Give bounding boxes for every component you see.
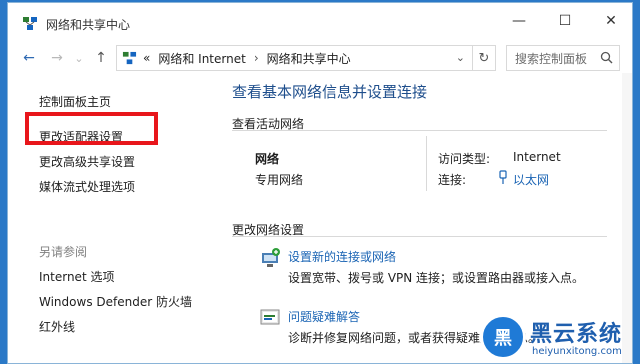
search-input[interactable]: 搜索控制面板 — [506, 45, 620, 71]
window-title: 网络和共享中心 — [46, 18, 131, 32]
ethernet-icon — [499, 170, 507, 184]
access-type-label: 访问类型: — [438, 152, 491, 166]
close-icon: ✕ — [605, 13, 617, 29]
active-networks-divider — [232, 130, 607, 131]
new-connection-icon — [262, 248, 280, 267]
up-arrow-icon: ↑ — [95, 50, 107, 66]
breadcrumb-network-internet[interactable]: 网络和 Internet — [158, 50, 245, 67]
search-placeholder: 搜索控制面板 — [515, 51, 588, 66]
back-arrow-icon: ← — [23, 50, 35, 66]
minimize-button[interactable]: — — [496, 3, 542, 39]
watermark-logo: 黑 黑云系统 heiyunxitong.com — [480, 312, 640, 364]
troubleshoot-icon — [260, 309, 280, 325]
network-sharing-center-window: 网络和共享中心 — ☐ ✕ ← → ⌄ ↑ « 网络和 Internet › 网… — [7, 2, 633, 364]
back-button[interactable]: ← — [20, 49, 38, 67]
forward-arrow-icon: → — [51, 50, 63, 66]
see-also-heading: 另请参阅 — [39, 245, 88, 259]
minimize-icon: — — [512, 13, 526, 29]
up-button[interactable]: ↑ — [92, 49, 110, 67]
chevron-down-icon: ⌄ — [74, 51, 84, 65]
watermark-name: 黑云系统 — [530, 322, 623, 347]
navigation-bar: ← → ⌄ ↑ « 网络和 Internet › 网络和共享中心 ⌄ ↻ 搜索控… — [8, 43, 632, 73]
ethernet-connection-link[interactable]: 以太网 — [513, 171, 549, 188]
watermark-badge: 黑 — [480, 314, 526, 360]
search-icon[interactable] — [600, 51, 613, 64]
setup-new-connection-desc: 设置宽带、拨号或 VPN 连接；或设置路由器或接入点。 — [288, 271, 585, 285]
connections-label: 连接: — [438, 173, 467, 187]
address-dropdown-icon[interactable]: ⌄ — [456, 51, 465, 64]
recent-locations-button[interactable]: ⌄ — [70, 49, 88, 67]
sidebar-link-advanced-sharing-settings[interactable]: 更改高级共享设置 — [39, 153, 135, 170]
troubleshoot-link[interactable]: 问题疑难解答 — [288, 308, 360, 325]
change-settings-divider — [232, 236, 607, 237]
sidebar-link-control-panel-home[interactable]: 控制面板主页 — [39, 93, 111, 110]
close-button[interactable]: ✕ — [588, 3, 632, 39]
network-info-separator — [426, 136, 427, 191]
address-overflow-chevron[interactable]: « — [143, 51, 150, 65]
breadcrumb-separator[interactable]: › — [254, 51, 259, 65]
maximize-icon: ☐ — [558, 13, 572, 29]
setup-new-connection-link[interactable]: 设置新的连接或网络 — [288, 248, 396, 265]
watermark-url: heiyunxitong.com — [532, 346, 622, 357]
sidebar-link-defender-firewall[interactable]: Windows Defender 防火墙 — [39, 293, 192, 310]
network-name: 网络 — [255, 152, 280, 166]
network-center-icon — [23, 17, 37, 30]
title-bar: 网络和共享中心 — ☐ ✕ — [8, 3, 632, 43]
refresh-button[interactable]: ↻ — [472, 46, 495, 70]
page-title: 查看基本网络信息并设置连接 — [232, 83, 428, 101]
network-type[interactable]: 专用网络 — [255, 171, 303, 188]
maximize-button[interactable]: ☐ — [542, 3, 588, 39]
highlight-box — [25, 112, 158, 145]
sidebar-link-infrared[interactable]: 红外线 — [39, 318, 75, 335]
network-location-icon — [122, 51, 137, 64]
sidebar-link-media-streaming[interactable]: 媒体流式处理选项 — [39, 178, 135, 195]
refresh-icon: ↻ — [478, 50, 490, 66]
address-bar[interactable]: « 网络和 Internet › 网络和共享中心 ⌄ ↻ — [116, 45, 496, 71]
sidebar-link-internet-options[interactable]: Internet 选项 — [39, 268, 114, 285]
breadcrumb-sharing-center[interactable]: 网络和共享中心 — [267, 50, 351, 67]
access-type-value: Internet — [513, 150, 561, 164]
forward-button[interactable]: → — [48, 49, 66, 67]
